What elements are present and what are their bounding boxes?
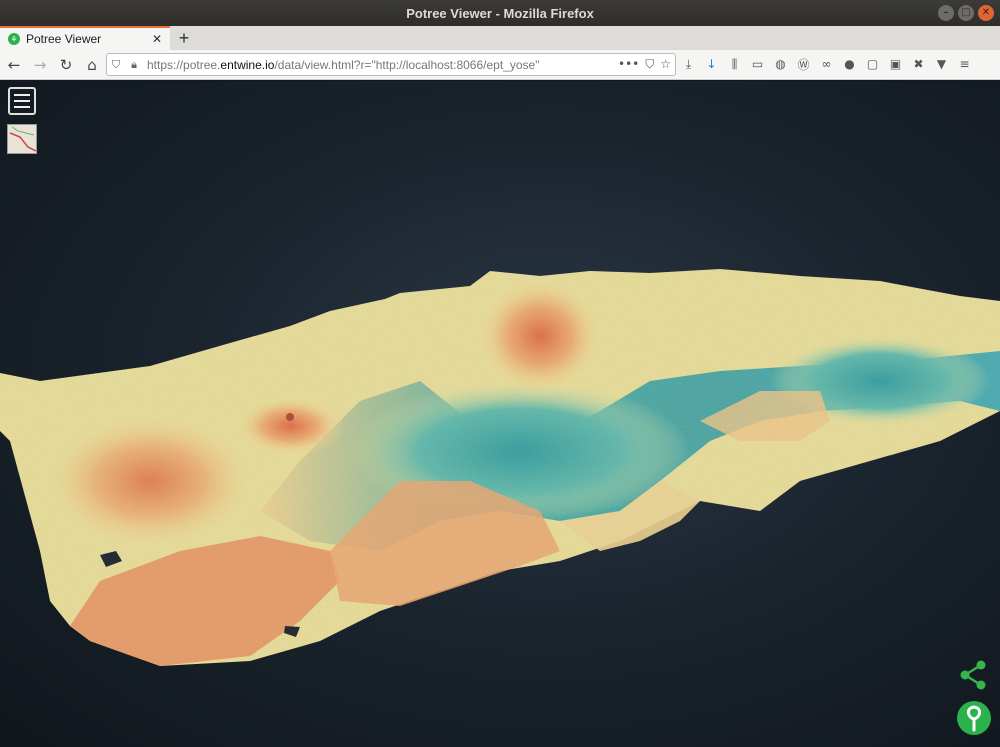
url-text[interactable]: https://potree.entwine.io/data/view.html… (147, 58, 539, 72)
back-icon[interactable]: ← (2, 53, 26, 77)
shield-icon[interactable]: ⛉ (107, 58, 125, 72)
download-arrow-icon[interactable]: ⤓ (680, 53, 697, 75)
maximize-button[interactable]: □ (958, 5, 974, 21)
url-host: entwine.io (220, 57, 275, 72)
window-title: Potree Viewer - Mozilla Firefox (406, 5, 594, 21)
address-bar[interactable]: ⛉ 🔒︎ https://potree.entwine.io/data/view… (106, 53, 676, 76)
downloads-icon[interactable]: ↓ (703, 53, 720, 75)
globe-extension-icon[interactable]: ◍ (772, 53, 789, 75)
navigation-bar: ← → ↻ ⌂ ⛉ 🔒︎ https://potree.entwine.io/d… (0, 50, 1000, 80)
reload-icon[interactable]: ↻ (54, 53, 78, 77)
new-tab-button[interactable]: + (170, 26, 198, 50)
window-titlebar: Potree Viewer - Mozilla Firefox – □ ✕ (0, 0, 1000, 26)
url-rest: /data/view.html?r="http://localhost:8066… (274, 57, 540, 72)
blank-extension-icon[interactable]: ▢ (864, 53, 881, 75)
tab-title: Potree Viewer (26, 32, 102, 46)
lock-icon[interactable]: 🔒︎ (125, 58, 143, 72)
sidebar-icon[interactable]: ▭ (749, 53, 766, 75)
bookmark-star-icon[interactable]: ☆ (660, 57, 671, 72)
close-window-button[interactable]: ✕ (978, 5, 994, 21)
potree-favicon-icon: ⚘ (8, 33, 20, 45)
minimap-image (9, 126, 36, 152)
toolbar-icons: ⤓ ↓ ⫼ ▭ ◍ Ⓦ ∞ ● ▢ ▣ ✖ ▼ ≡ (680, 53, 973, 75)
glasses-extension-icon[interactable]: ∞ (818, 53, 835, 75)
puzzle-extension-icon[interactable]: ✖ (910, 53, 927, 75)
selenium-extension-icon[interactable]: ▣ (887, 53, 904, 75)
tab-bar: ⚘ Potree Viewer ✕ + (0, 26, 1000, 50)
minimize-button[interactable]: – (938, 5, 954, 21)
account-icon[interactable]: ● (841, 53, 858, 75)
pocket-icon[interactable]: ⛉ (645, 57, 654, 72)
menu-icon[interactable] (8, 87, 36, 115)
potree-logo-icon[interactable] (955, 699, 993, 737)
open-menu-icon[interactable]: ≡ (956, 53, 973, 75)
terrain-point-cloud (0, 269, 1000, 666)
minimap-thumbnail[interactable] (7, 124, 37, 154)
library-icon[interactable]: ⫼ (726, 53, 743, 75)
page-actions-icon[interactable]: ••• (618, 57, 639, 72)
home-icon[interactable]: ⌂ (80, 53, 104, 77)
point-cloud-viewport[interactable] (0, 81, 1000, 747)
wordpress-extension-icon[interactable]: Ⓦ (795, 53, 812, 75)
forward-icon[interactable]: → (28, 53, 52, 77)
url-prefix: https://potree. (147, 57, 221, 72)
tab-close-icon[interactable]: ✕ (152, 32, 162, 46)
share-icon[interactable] (957, 659, 989, 691)
terrain-texture (0, 269, 1000, 666)
tab-potree-viewer[interactable]: ⚘ Potree Viewer ✕ (0, 26, 170, 50)
vee-extension-icon[interactable]: ▼ (933, 53, 950, 75)
